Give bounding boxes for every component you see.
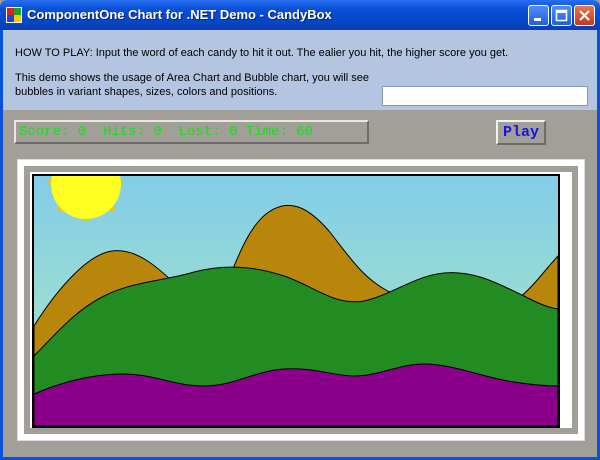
area-chart-scene[interactable] bbox=[32, 174, 560, 428]
app-icon[interactable] bbox=[6, 7, 22, 23]
app-window: ComponentOne Chart for .NET Demo - Candy… bbox=[0, 0, 600, 460]
demo-description: This demo shows the usage of Area Chart … bbox=[15, 72, 370, 98]
maximize-button[interactable] bbox=[551, 5, 572, 26]
game-area: Score: 0 Hits: 0 Lost: 0 Time: 60 Play bbox=[3, 110, 597, 457]
title-bar[interactable]: ComponentOne Chart for .NET Demo - Candy… bbox=[0, 0, 600, 30]
chart-frame bbox=[17, 159, 585, 441]
window-title: ComponentOne Chart for .NET Demo - Candy… bbox=[27, 7, 332, 22]
info-panel: HOW TO PLAY: Input the word of each cand… bbox=[3, 30, 597, 110]
word-input[interactable] bbox=[382, 86, 588, 106]
close-icon bbox=[579, 10, 590, 21]
play-button[interactable]: Play bbox=[496, 120, 546, 145]
landscape-chart bbox=[34, 176, 558, 426]
maximize-icon bbox=[555, 9, 568, 22]
close-button[interactable] bbox=[574, 5, 595, 26]
score-status: Score: 0 Hits: 0 Lost: 0 Time: 60 bbox=[14, 120, 369, 144]
minimize-button[interactable] bbox=[528, 5, 549, 26]
how-to-play-text: HOW TO PLAY: Input the word of each cand… bbox=[15, 47, 509, 59]
minimize-icon bbox=[534, 18, 541, 21]
